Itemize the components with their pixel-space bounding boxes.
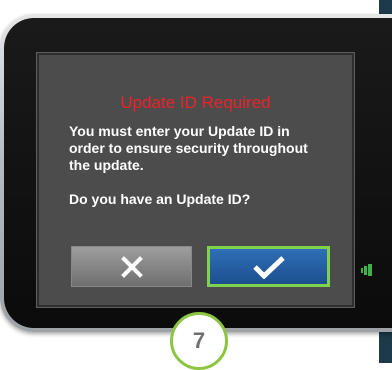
device-screen: Update ID Required You must enter your U… [36,52,355,308]
dialog-question: Do you have an Update ID? [69,191,251,207]
battery-status-icon [361,264,372,276]
cancel-button[interactable] [71,246,192,287]
step-number-badge: 7 [170,312,228,370]
dialog-message: You must enter your Update ID in order t… [69,123,308,173]
close-icon [120,255,143,278]
dialog-title: Update ID Required [120,93,271,112]
checkmark-icon [252,255,285,279]
dialog-message-block: You must enter your Update ID in order t… [69,123,329,208]
confirm-button[interactable] [207,246,330,287]
